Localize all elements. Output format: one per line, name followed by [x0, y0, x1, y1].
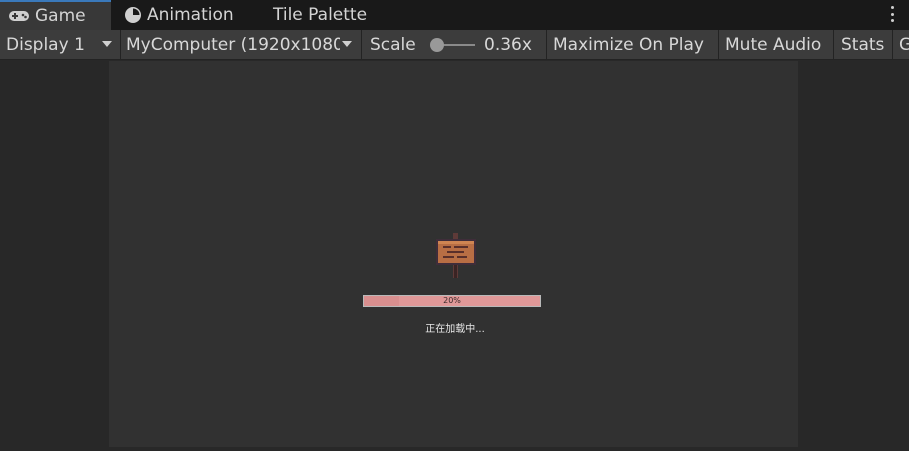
- mute-audio-toggle[interactable]: Mute Audio: [719, 30, 833, 59]
- tab-game-label: Game: [35, 6, 86, 26]
- clock-icon: [124, 6, 142, 24]
- display-dropdown-label: Display 1: [6, 34, 85, 55]
- game-view-toolbar: Display 1 MyComputer (1920x1080) Scale 0…: [0, 30, 909, 60]
- mute-audio-label: Mute Audio: [725, 34, 822, 55]
- tab-animation[interactable]: Animation: [124, 0, 234, 30]
- signpost-icon: [435, 233, 477, 283]
- scale-slider-handle[interactable]: [430, 38, 444, 52]
- progress-percent: 20%: [443, 296, 461, 305]
- gizmos-label: Gizmos: [899, 34, 909, 55]
- tab-tile-palette-label: Tile Palette: [273, 5, 368, 25]
- scale-label: Scale: [370, 34, 416, 55]
- more-options-icon[interactable]: [890, 6, 894, 22]
- scale-value-text: 0.36x: [484, 34, 532, 55]
- tab-game[interactable]: Game: [0, 0, 111, 30]
- tab-tile-palette[interactable]: Tile Palette: [273, 0, 367, 30]
- game-screen: 20% 正在加载中...: [109, 61, 798, 447]
- chevron-down-icon: [342, 41, 352, 47]
- tab-animation-label: Animation: [147, 5, 234, 25]
- scale-value: 0.36x: [484, 30, 546, 59]
- stats-label: Stats: [841, 34, 885, 55]
- loading-status-text: 正在加载中...: [425, 324, 485, 335]
- chevron-down-icon: [102, 41, 112, 47]
- loading-progress-bar: 20%: [363, 295, 541, 307]
- maximize-on-play-toggle[interactable]: Maximize On Play: [547, 30, 718, 59]
- gamepad-icon: [8, 10, 30, 22]
- resolution-dropdown[interactable]: MyComputer (1920x1080): [121, 30, 361, 59]
- gizmos-dropdown[interactable]: Gizmos: [893, 30, 909, 59]
- stats-toggle[interactable]: Stats: [834, 30, 892, 59]
- maximize-on-play-label: Maximize On Play: [553, 34, 704, 55]
- display-dropdown[interactable]: Display 1: [0, 30, 120, 59]
- editor-tab-bar: Game Animation Tile Palette: [0, 0, 909, 31]
- resolution-dropdown-label: MyComputer (1920x1080): [126, 34, 340, 55]
